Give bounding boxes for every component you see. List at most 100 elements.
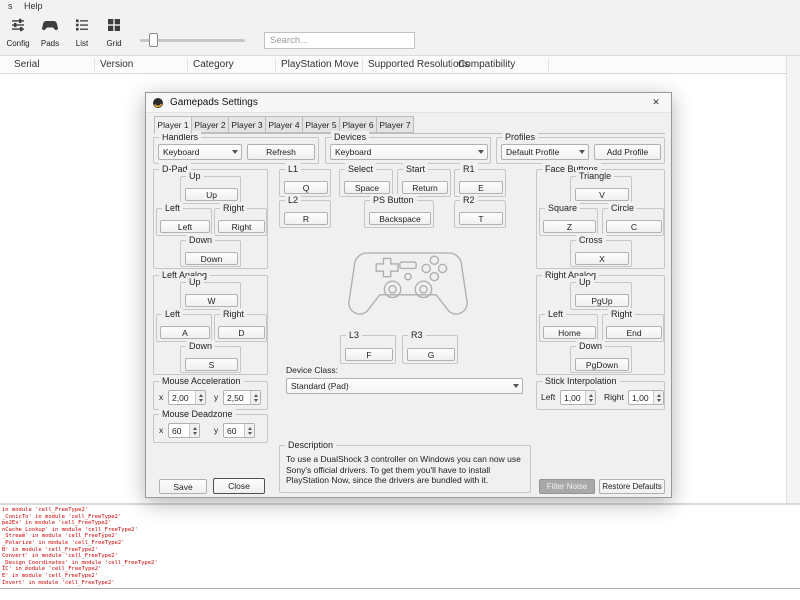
- search-input[interactable]: [264, 32, 415, 49]
- log-line: B' in module 'cell_FreeType2': [2, 546, 99, 553]
- close-icon[interactable]: ✕: [641, 93, 671, 112]
- column-separator[interactable]: [187, 58, 188, 72]
- restore-defaults-button[interactable]: Restore Defaults: [599, 479, 665, 494]
- mouse-accel-y-spin[interactable]: 2,50: [223, 390, 261, 405]
- icon-size-slider-handle[interactable]: [149, 33, 158, 47]
- device-select[interactable]: Keyboard: [330, 144, 488, 160]
- save-button[interactable]: Save: [159, 479, 207, 494]
- pads-button[interactable]: Pads: [34, 15, 66, 54]
- device-class-select-value: Standard (Pad): [291, 381, 349, 391]
- left-analog-down-label: Down: [186, 340, 216, 353]
- l3-key-button[interactable]: F: [345, 348, 393, 361]
- list-view-button[interactable]: List: [66, 15, 98, 54]
- right-analog-right-key-button[interactable]: End: [606, 326, 662, 339]
- stick-interpolation-right-spin[interactable]: 1,00: [628, 390, 664, 405]
- game-list-header: Serial Version Category PlayStation Move…: [0, 56, 800, 74]
- dpad-left-key-button[interactable]: Left: [160, 220, 210, 233]
- circle-label: Circle: [608, 202, 638, 215]
- spinner-arrows-icon[interactable]: [189, 424, 199, 437]
- l1-key-button[interactable]: Q: [284, 181, 328, 194]
- grid-view-button[interactable]: Grid: [98, 15, 130, 54]
- ps-button-key-button[interactable]: Backspace: [369, 212, 431, 225]
- spinner-arrows-icon[interactable]: [195, 391, 205, 404]
- right-analog-down-key-button[interactable]: PgDown: [575, 358, 629, 371]
- stick-interpolation-left-label: Left: [541, 392, 556, 402]
- add-profile-button[interactable]: Add Profile: [594, 144, 661, 160]
- r3-group: R3 G: [402, 329, 458, 364]
- handler-select[interactable]: Keyboard: [158, 144, 242, 160]
- description-group: Description To use a DualShock 3 control…: [279, 439, 531, 493]
- game-list-scrollbar[interactable]: [786, 56, 800, 503]
- right-analog-left-key-button[interactable]: Home: [543, 326, 596, 339]
- left-analog-right-key-button[interactable]: D: [218, 326, 265, 339]
- log-line: pe2Ex' in module 'cell_FreeType2': [2, 520, 112, 527]
- triangle-key-button[interactable]: V: [575, 188, 629, 201]
- device-class-label: Device Class:: [286, 365, 338, 375]
- spinner-arrows-icon[interactable]: [244, 424, 254, 437]
- tab-player-4[interactable]: Player 4: [265, 116, 303, 133]
- devices-group: Devices Keyboard: [325, 131, 491, 164]
- tab-player-3[interactable]: Player 3: [228, 116, 266, 133]
- mouse-accel-x-value: 2,00: [172, 392, 189, 403]
- r3-key-button[interactable]: G: [407, 348, 455, 361]
- column-header-category[interactable]: Category: [193, 59, 234, 70]
- filter-noise-button[interactable]: Filter Noise: [539, 479, 595, 494]
- column-header-supported-resolutions[interactable]: Supported Resolutions: [368, 59, 469, 70]
- left-analog-left-key-button[interactable]: A: [160, 326, 210, 339]
- dpad-up-key-button[interactable]: Up: [185, 188, 238, 201]
- spinner-arrows-icon[interactable]: [585, 391, 595, 404]
- column-header-version[interactable]: Version: [100, 59, 133, 70]
- start-label: Start: [403, 163, 429, 176]
- l3-label: L3: [346, 329, 363, 342]
- tab-player-7[interactable]: Player 7: [376, 116, 414, 133]
- square-key-button[interactable]: Z: [543, 220, 596, 233]
- column-separator[interactable]: [548, 58, 549, 72]
- tab-player-1[interactable]: Player 1: [154, 116, 192, 134]
- pads-button-label: Pads: [40, 39, 60, 48]
- l2-key-button[interactable]: R: [284, 212, 328, 225]
- close-button[interactable]: Close: [213, 478, 265, 494]
- mouse-deadzone-y-spin[interactable]: 60: [223, 423, 255, 438]
- right-analog-right-group: Right End: [602, 308, 664, 342]
- column-separator[interactable]: [362, 58, 363, 72]
- spinner-arrows-icon[interactable]: [653, 391, 663, 404]
- log-input[interactable]: [0, 588, 800, 600]
- dialog-title-bar[interactable]: Gamepads Settings ✕: [146, 93, 671, 113]
- refresh-button[interactable]: Refresh: [247, 144, 315, 160]
- left-analog-up-key-button[interactable]: W: [185, 294, 238, 307]
- dpad-right-key-button[interactable]: Right: [218, 220, 265, 233]
- column-separator[interactable]: [94, 58, 95, 72]
- column-header-serial[interactable]: Serial: [14, 59, 40, 70]
- log-line: Convert' in module 'cell_FreeType2': [2, 553, 118, 560]
- column-header-playstation-move[interactable]: PlayStation Move: [281, 59, 359, 70]
- r2-key-button[interactable]: T: [459, 212, 503, 225]
- profile-select[interactable]: Default Profile: [501, 144, 589, 160]
- dpad-down-key-button[interactable]: Down: [185, 252, 238, 265]
- r1-key-button[interactable]: E: [459, 181, 503, 194]
- menu-item-help[interactable]: Help: [24, 1, 43, 11]
- circle-key-button[interactable]: C: [606, 220, 662, 233]
- mouse-acceleration-title: Mouse Acceleration: [159, 375, 244, 388]
- column-header-compatibility[interactable]: Compatibility: [458, 59, 515, 70]
- column-separator[interactable]: [275, 58, 276, 72]
- mouse-deadzone-x-spin[interactable]: 60: [168, 423, 200, 438]
- log-line: in module 'cell_FreeType2': [2, 507, 89, 513]
- menu-item-truncated[interactable]: s: [8, 1, 13, 11]
- mouse-deadzone-title: Mouse Deadzone: [159, 408, 236, 421]
- mouse-accel-x-spin[interactable]: 2,00: [168, 390, 206, 405]
- start-key-button[interactable]: Return: [402, 181, 448, 194]
- spinner-arrows-icon[interactable]: [250, 391, 260, 404]
- description-text: To use a DualShock 3 controller on Windo…: [286, 454, 521, 485]
- device-class-select[interactable]: Standard (Pad): [286, 378, 523, 394]
- dpad-right-group: Right Right: [214, 202, 267, 236]
- config-button[interactable]: Config: [2, 15, 34, 54]
- right-analog-up-key-button[interactable]: PgUp: [575, 294, 629, 307]
- column-separator[interactable]: [452, 58, 453, 72]
- profiles-group: Profiles Default Profile Add Profile: [496, 131, 665, 164]
- l3-group: L3 F: [340, 329, 396, 364]
- stick-interpolation-left-spin[interactable]: 1,00: [560, 390, 596, 405]
- triangle-label: Triangle: [576, 170, 615, 183]
- cross-key-button[interactable]: X: [575, 252, 629, 265]
- left-analog-down-key-button[interactable]: S: [185, 358, 238, 371]
- select-key-button[interactable]: Space: [344, 181, 390, 194]
